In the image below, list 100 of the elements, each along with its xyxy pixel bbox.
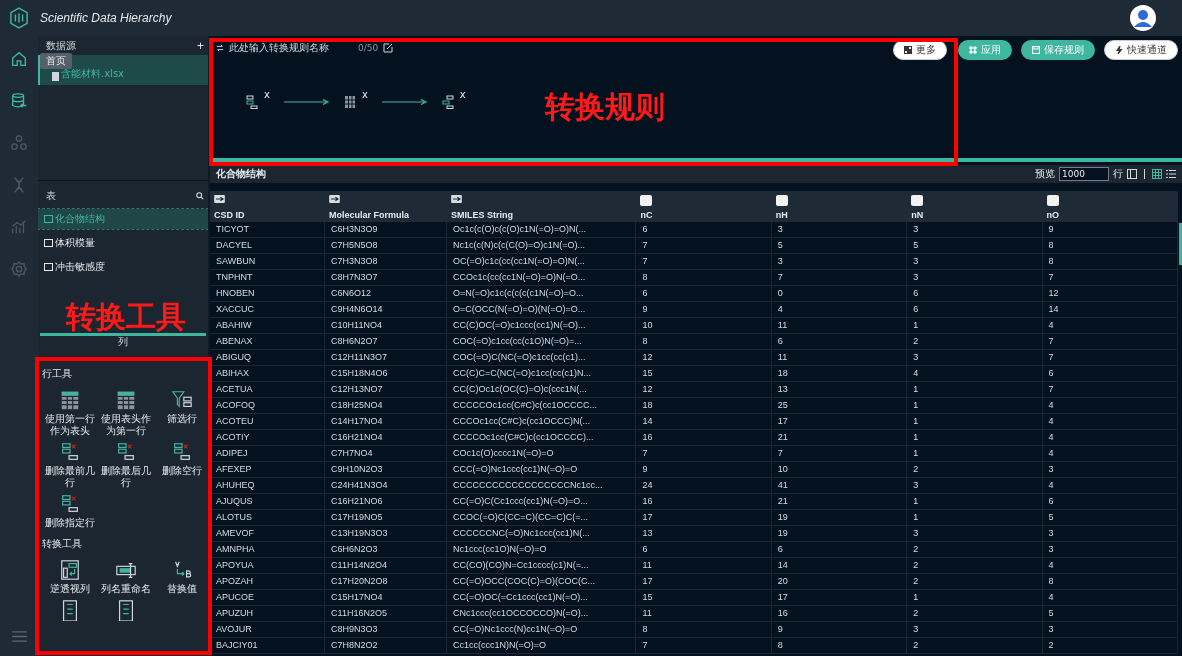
remove-step-button[interactable]: x	[264, 89, 270, 100]
edit-icon[interactable]	[383, 42, 394, 53]
table-cell: 8	[636, 270, 772, 285]
text-type-icon[interactable]	[450, 195, 462, 203]
table-cell: 11	[771, 318, 908, 333]
rows-icon[interactable]	[441, 95, 454, 109]
menu-icon[interactable]	[11, 631, 27, 642]
table-cell: 2	[1042, 638, 1178, 653]
number-type-icon[interactable]	[775, 195, 788, 206]
number-type-icon[interactable]	[640, 195, 653, 206]
table-cell: C9H4N6O14	[325, 302, 447, 317]
rows-delete-icon[interactable]	[59, 441, 81, 463]
rows-delete-icon[interactable]	[115, 441, 137, 463]
rows-delete-icon[interactable]	[171, 441, 193, 463]
avatar-icon[interactable]	[1130, 5, 1156, 31]
table-cell: 3	[907, 526, 1043, 541]
table-cell: CCC(=O)Nc1ccc(cc1)N(=O)=O	[446, 462, 637, 477]
number-type-icon[interactable]	[911, 195, 924, 206]
table-cell: C15H18N4O6	[325, 366, 447, 381]
column-header[interactable]: nH	[775, 210, 788, 220]
home-icon[interactable]	[10, 50, 28, 68]
table-cell: C10H11NO4	[325, 318, 447, 333]
table-cell: 6	[636, 286, 772, 301]
table-cell: CCCCOc1cc(C#C)c(cc1OCCCC)...	[446, 430, 637, 445]
table-cell: 10	[771, 462, 908, 477]
save-icon	[1032, 46, 1040, 54]
rows-delete-icon[interactable]	[59, 493, 81, 515]
rule-name-field[interactable]: 此处输入转换规则名称	[229, 42, 353, 53]
table-cell: 6	[907, 302, 1043, 317]
table-cell: 11	[771, 350, 908, 365]
text-type-icon[interactable]	[214, 195, 225, 203]
table-cell: APOYUA	[210, 558, 326, 573]
action-button[interactable]: 快速通道	[1104, 40, 1178, 60]
scrollbar-thumb[interactable]	[1179, 223, 1182, 265]
table-cell: 3	[907, 350, 1043, 365]
table-cell: 4	[771, 302, 908, 317]
search-icon[interactable]	[196, 192, 204, 200]
table-cell: 7	[771, 446, 908, 461]
tool-label: 筛选行	[166, 413, 198, 425]
table-cell: C12H13NO7	[325, 382, 447, 397]
table-cell: HNOBEN	[210, 286, 326, 301]
panel-title: 表	[46, 189, 56, 203]
table-item[interactable]: 冲击敏感度	[38, 257, 208, 277]
table-cell: 6	[636, 222, 772, 237]
table-cell: C7H8N2O2	[325, 638, 447, 653]
table-cell: Nc1c(c(N)c(c(C(O)=O)c1N(=O)...	[446, 238, 637, 253]
add-button[interactable]: +	[197, 40, 204, 52]
tool-label: 使用表头作为第一行	[100, 413, 152, 437]
grid-view-icon[interactable]	[1152, 169, 1162, 179]
table-cell: 11	[636, 558, 772, 573]
remove-step-button[interactable]: x	[459, 89, 466, 100]
annotation-label: 转换规则	[545, 92, 665, 122]
table-cell: 8	[1042, 574, 1178, 589]
table-cell: 13	[636, 526, 772, 541]
table-cell: C15H17NO4	[325, 590, 447, 605]
table-item[interactable]: 体积模量	[38, 233, 208, 253]
column-header[interactable]: nO	[1046, 210, 1060, 220]
column-header[interactable]: SMILES String	[450, 210, 513, 220]
table-cell: 8	[636, 622, 772, 637]
column-header[interactable]: nN	[911, 210, 924, 220]
table-cell: 21	[771, 430, 908, 445]
rows-icon[interactable]	[246, 95, 258, 109]
table-cell: 3	[907, 254, 1043, 269]
remove-step-button[interactable]: x	[361, 89, 368, 100]
table-cell: 3	[907, 478, 1043, 493]
table-cell: 1	[907, 398, 1043, 413]
table-cell: CCCCCCCCCCCCCCCCCCNc1cc...	[446, 478, 637, 493]
tool-label: 列名重命名	[100, 583, 152, 595]
preview-label: 预览	[1035, 167, 1055, 181]
pivot-icon[interactable]	[59, 559, 81, 581]
table-cell: C6N6O12	[325, 286, 447, 301]
table-cell: 4	[1042, 430, 1178, 445]
list-view-icon[interactable]	[1166, 169, 1176, 179]
table-cell: C6H3N3O9	[325, 222, 447, 237]
table-cell: 6	[907, 286, 1043, 301]
table-cell: 4	[1042, 318, 1178, 333]
table-cell: 7	[771, 270, 908, 285]
table-cell: 25	[771, 398, 908, 413]
column-header[interactable]: nC	[640, 210, 653, 220]
table-cell: 12	[636, 350, 772, 365]
table-cell: 8	[1042, 254, 1178, 269]
number-type-icon[interactable]	[1046, 195, 1059, 206]
layout-icon[interactable]	[1127, 169, 1137, 179]
column-header[interactable]: Molecular Formula	[329, 210, 410, 220]
text-type-icon[interactable]	[329, 195, 341, 203]
table-cell: AJUQUS	[210, 494, 326, 509]
column-header[interactable]: CSD ID	[214, 210, 245, 220]
table-cell: Nc1ccc(cc1O)N(=O)=O	[446, 542, 637, 557]
filter-icon[interactable]	[171, 389, 193, 411]
table-cell: 2	[907, 606, 1043, 621]
table-cell: AMEVOF	[210, 526, 326, 541]
table-cell: ABIHAX	[210, 366, 326, 381]
table-cell: 14	[636, 414, 772, 429]
table-item[interactable]: 化合物结构	[38, 209, 208, 229]
panel-title: 数据源	[46, 39, 76, 53]
database-icon[interactable]	[10, 92, 28, 110]
preview-rows-field[interactable]: 1000	[1059, 167, 1109, 181]
table-cell: 4	[1042, 398, 1178, 413]
table-cell: AMNPHA	[210, 542, 326, 557]
table-cell: AFEXEP	[210, 462, 326, 477]
